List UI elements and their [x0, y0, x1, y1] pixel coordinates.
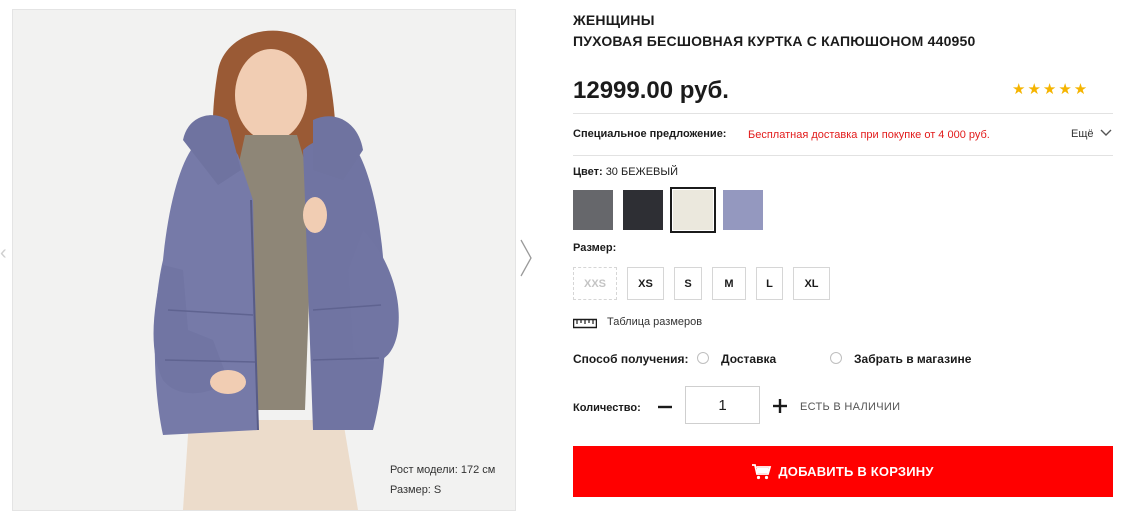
- product-image[interactable]: [12, 9, 516, 511]
- model-height: Рост модели: 172 см: [390, 464, 496, 476]
- color-swatch-dark-gray[interactable]: [623, 190, 663, 230]
- size-xs-button[interactable]: XS: [627, 267, 664, 300]
- size-chart-link[interactable]: Таблица размеров: [607, 316, 702, 328]
- pickup-option-label[interactable]: Забрать в магазине: [854, 352, 971, 366]
- quantity-input[interactable]: [685, 386, 760, 424]
- chevron-down-icon[interactable]: [1099, 126, 1113, 140]
- size-xl-button[interactable]: XL: [793, 267, 830, 300]
- product-title: ПУХОВАЯ БЕСШОВНАЯ КУРТКА С КАПЮШОНОМ 440…: [573, 33, 976, 49]
- size-xxs-button[interactable]: XXS: [573, 267, 617, 300]
- cart-icon: [752, 463, 772, 479]
- prev-image-arrow-icon[interactable]: ‹: [0, 242, 7, 265]
- size-l-button[interactable]: L: [756, 267, 783, 300]
- color-label: Цвет: 30 БЕЖЕВЫЙ: [573, 166, 678, 178]
- size-m-button[interactable]: M: [712, 267, 746, 300]
- divider: [573, 155, 1113, 156]
- stock-status: ЕСТЬ В НАЛИЧИИ: [800, 401, 901, 413]
- color-swatch-blue[interactable]: [723, 190, 763, 230]
- color-swatch-beige[interactable]: [670, 187, 716, 233]
- delivery-radio[interactable]: [697, 352, 709, 364]
- next-image-arrow-icon[interactable]: [518, 238, 534, 278]
- add-to-cart-button[interactable]: ДОБАВИТЬ В КОРЗИНУ: [573, 446, 1113, 497]
- product-price: 12999.00 руб.: [573, 77, 729, 104]
- divider: [573, 113, 1113, 114]
- rating-stars[interactable]: ★★★★★: [1012, 80, 1089, 98]
- model-photo-illustration: [13, 10, 515, 510]
- special-offer-text: Бесплатная доставка при покупке от 4 000…: [748, 129, 990, 141]
- color-label-text: Цвет:: [573, 166, 603, 178]
- color-swatch-gray[interactable]: [573, 190, 613, 230]
- quantity-label: Количество:: [573, 402, 641, 414]
- pickup-radio[interactable]: [830, 352, 842, 364]
- delivery-option-label[interactable]: Доставка: [721, 352, 776, 366]
- color-value: 30 БЕЖЕВЫЙ: [605, 166, 679, 178]
- minus-icon[interactable]: [657, 394, 673, 420]
- product-category: ЖЕНЩИНЫ: [573, 12, 655, 28]
- size-s-button[interactable]: S: [674, 267, 702, 300]
- add-to-cart-label: ДОБАВИТЬ В КОРЗИНУ: [778, 464, 934, 479]
- size-label: Размер:: [573, 242, 617, 254]
- more-offers-link[interactable]: Ещё: [1071, 128, 1094, 140]
- special-offer-label: Специальное предложение:: [573, 128, 727, 140]
- model-size: Размер: S: [390, 484, 442, 496]
- model-info: Рост модели: 172 см Размер: S: [390, 460, 495, 500]
- ruler-icon[interactable]: [573, 317, 597, 329]
- delivery-method-label: Способ получения:: [573, 352, 689, 366]
- plus-icon[interactable]: [772, 398, 788, 414]
